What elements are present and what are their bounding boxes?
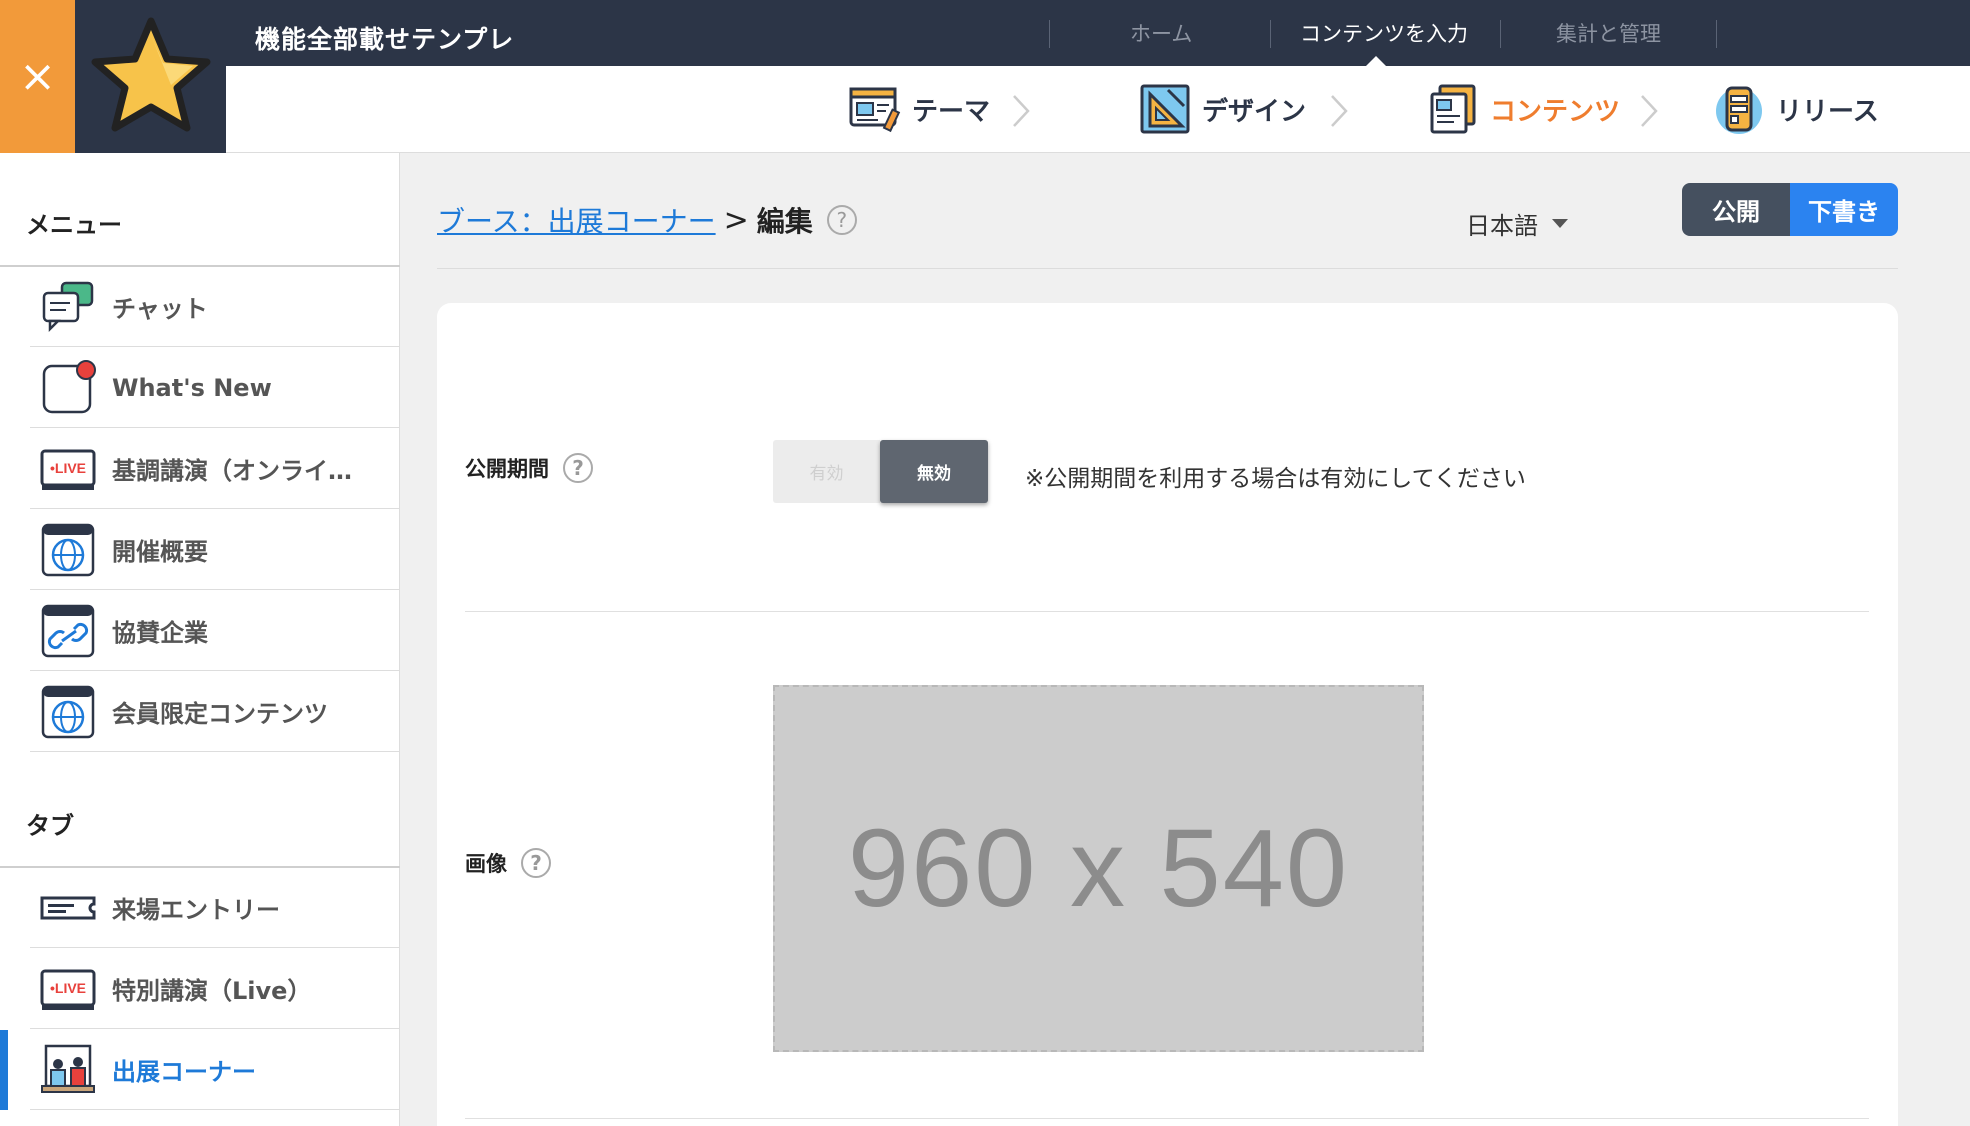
design-icon [1140, 84, 1190, 134]
sidebar: メニュー チャット What's New •LIVE 基調講演（オンライ… 開催… [0, 153, 400, 1126]
sidebar-item-label: What's New [112, 373, 272, 402]
nav-separator [1500, 20, 1501, 48]
image-label: 画像 ? [465, 848, 551, 878]
sidebar-item-label: 来場エントリー [112, 896, 280, 924]
sidebar-item-entry[interactable]: 来場エントリー [30, 868, 400, 948]
svg-text:•LIVE: •LIVE [50, 980, 86, 996]
publish-period-toggle: 有効 無効 [773, 440, 988, 503]
nav-separator [1270, 20, 1271, 48]
language-select[interactable]: 日本語 [1466, 206, 1568, 241]
sidebar-item-chat[interactable]: チャット [30, 267, 400, 347]
edit-form-card: 公開期間 ? 有効 無効 ※公開期間を利用する場合は有効にしてください 画像 ?… [437, 303, 1898, 1126]
notification-icon [42, 359, 96, 413]
sidebar-item-label: 特別講演（Live） [112, 977, 312, 1005]
form-divider [465, 611, 1869, 612]
chevron-right-icon [1013, 95, 1030, 127]
tab-heading: タブ [26, 812, 74, 840]
sidebar-item-label: 協賛企業 [112, 619, 208, 647]
sidebar-item-label: 開催概要 [112, 538, 208, 566]
step-content-label: コンテンツ [1490, 96, 1621, 127]
help-icon[interactable]: ? [826, 205, 857, 235]
chevron-right-icon [1331, 95, 1348, 127]
step-design[interactable]: デザイン [1138, 82, 1306, 136]
period-enabled-button[interactable]: 有効 [773, 440, 880, 503]
image-label-text: 画像 [465, 852, 507, 876]
chevron-right-icon [1641, 95, 1658, 127]
sidebar-item-sponsors[interactable]: 協賛企業 [30, 591, 400, 671]
step-theme[interactable]: テーマ [848, 82, 990, 136]
topnav-analytics[interactable]: 集計と管理 [1556, 18, 1661, 48]
app-title: 機能全部載せテンプレ [255, 25, 515, 54]
breadcrumb-link-booth[interactable]: ブース：出展コーナー [437, 200, 716, 240]
sidebar-item-label: チャット [112, 295, 208, 323]
topnav-home[interactable]: ホーム [1130, 18, 1192, 48]
publish-status-toggle: 公開 下書き [1682, 183, 1898, 236]
app-logo [75, 0, 226, 153]
step-bar: テーマ デザイン コンテンツ リリース [226, 66, 1970, 153]
link-icon [41, 604, 95, 657]
active-item-indicator [0, 1030, 8, 1110]
step-content[interactable]: コンテンツ [1426, 82, 1620, 136]
sidebar-item-members-only[interactable]: 会員限定コンテンツ [30, 672, 400, 752]
step-theme-label: テーマ [912, 96, 991, 127]
draft-button[interactable]: 下書き [1790, 183, 1898, 236]
sidebar-item-booth[interactable]: 出展コーナー [30, 1030, 400, 1110]
star-logo-icon [91, 17, 210, 131]
live-icon: •LIVE [40, 969, 96, 1010]
menu-heading: メニュー [26, 211, 122, 239]
live-icon: •LIVE [40, 449, 96, 490]
svg-text:•LIVE: •LIVE [50, 460, 86, 476]
nav-separator [1049, 20, 1050, 48]
globe-icon [41, 685, 95, 738]
step-release-label: リリース [1776, 96, 1879, 127]
booth-icon [41, 1044, 95, 1093]
main-divider [437, 268, 1898, 269]
release-icon [1716, 86, 1762, 134]
close-button[interactable]: × [0, 0, 75, 153]
step-design-label: デザイン [1202, 96, 1307, 127]
close-icon: × [19, 50, 56, 102]
publish-period-label: 公開期間 ? [465, 453, 593, 483]
publish-period-label-text: 公開期間 [465, 457, 549, 481]
language-value: 日本語 [1466, 212, 1538, 240]
theme-icon [849, 87, 901, 133]
help-icon[interactable]: ? [563, 453, 593, 483]
sidebar-item-overview[interactable]: 開催概要 [30, 510, 400, 590]
breadcrumb-current: 編集 [756, 205, 813, 238]
sidebar-item-whats-new[interactable]: What's New [30, 348, 400, 428]
form-divider [465, 1118, 1869, 1119]
sidebar-item-label: 会員限定コンテンツ [112, 700, 328, 728]
breadcrumb: ブース：出展コーナー > 編集 ? [437, 200, 857, 240]
step-release[interactable]: リリース [1712, 82, 1879, 136]
period-disabled-button[interactable]: 無効 [880, 440, 988, 503]
publish-period-note: ※公開期間を利用する場合は有効にしてください [1025, 466, 1526, 492]
chevron-down-icon [1552, 219, 1568, 228]
topnav-content-input[interactable]: コンテンツを入力 [1300, 18, 1468, 48]
content-icon [1430, 84, 1476, 134]
image-upload-placeholder[interactable]: 960 x 540 [773, 685, 1424, 1052]
active-nav-caret [1366, 56, 1386, 66]
nav-separator [1716, 20, 1717, 48]
help-icon[interactable]: ? [521, 848, 551, 878]
sidebar-item-special-live[interactable]: •LIVE 特別講演（Live） [30, 949, 400, 1029]
ticket-icon [40, 896, 96, 919]
top-bar: 機能全部載せテンプレ ホーム コンテンツを入力 集計と管理 [226, 0, 1970, 66]
sidebar-item-label: 出展コーナー [112, 1058, 256, 1086]
publish-button[interactable]: 公開 [1682, 183, 1790, 236]
breadcrumb-separator: > [723, 202, 749, 238]
image-size-text: 960 x 540 [847, 807, 1350, 930]
chat-icon [42, 281, 94, 332]
sidebar-item-keynote[interactable]: •LIVE 基調講演（オンライ… [30, 429, 400, 509]
sidebar-item-label: 基調講演（オンライ… [112, 457, 352, 485]
globe-icon [41, 523, 95, 576]
